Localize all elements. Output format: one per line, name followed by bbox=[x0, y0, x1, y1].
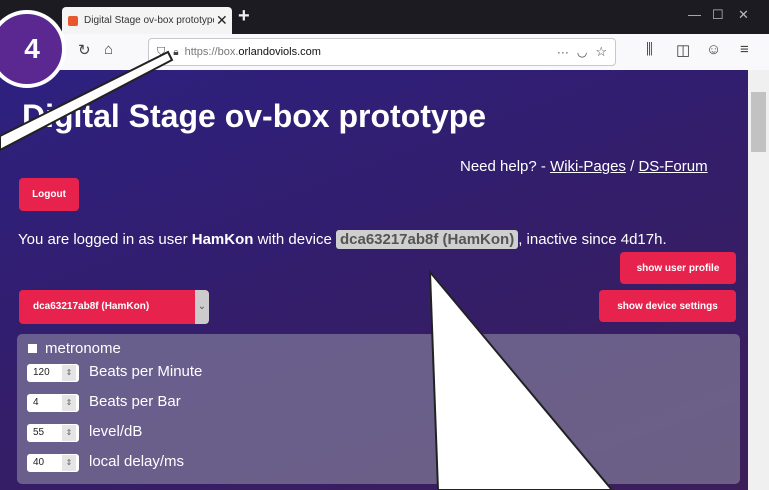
help-separator: / bbox=[625, 158, 639, 175]
site-favicon-icon bbox=[68, 15, 78, 26]
help-prefix: Need help? - bbox=[460, 158, 551, 175]
beats-per-bar-label: Beats per Bar bbox=[89, 393, 181, 410]
page-title: Digital Stage ov-box prototype bbox=[22, 98, 487, 134]
device-select-value: dca63217ab8f (HamKon) bbox=[33, 301, 150, 312]
wiki-pages-link[interactable]: Wiki-Pages bbox=[550, 158, 626, 175]
menu-icon[interactable]: ≡ bbox=[740, 41, 749, 58]
lock-icon[interactable]: 🔒︎ bbox=[173, 47, 178, 58]
show-user-profile-button[interactable]: show user profile bbox=[620, 252, 736, 284]
chevron-down-icon[interactable]: ⌄ bbox=[195, 290, 209, 324]
logout-button[interactable]: Logout bbox=[19, 178, 79, 211]
spinner-icon[interactable]: ⇕ bbox=[62, 395, 76, 411]
metronome-heading: metronome bbox=[28, 340, 121, 357]
scrollbar-thumb[interactable] bbox=[751, 92, 766, 152]
username: HamKon bbox=[191, 231, 254, 248]
level-db-label: level/dB bbox=[89, 423, 143, 440]
page-actions-icon[interactable]: ··· bbox=[557, 45, 569, 59]
local-delay-label: local delay/ms bbox=[89, 453, 185, 470]
sidebar-icon[interactable]: ◫ bbox=[676, 41, 690, 59]
minimize-icon[interactable]: — bbox=[688, 7, 701, 22]
bpm-label: Beats per Minute bbox=[89, 363, 203, 380]
local-delay-input[interactable]: 40 ⇕ bbox=[27, 454, 79, 472]
close-tab-icon[interactable]: ✕ bbox=[216, 12, 228, 29]
shield-icon[interactable]: ⛉ bbox=[157, 46, 165, 59]
ds-forum-link[interactable]: DS-Forum bbox=[638, 158, 707, 175]
inactive-text: , inactive since 4d17h. bbox=[518, 231, 667, 248]
new-tab-icon[interactable]: + bbox=[238, 5, 250, 28]
with-device-text: with device bbox=[253, 231, 336, 248]
device-badge: dca63217ab8f (HamKon) bbox=[335, 230, 519, 249]
beats-per-bar-input[interactable]: 4 ⇕ bbox=[27, 394, 79, 412]
bookmark-star-icon[interactable]: ☆ bbox=[595, 44, 607, 60]
device-select[interactable]: dca63217ab8f (HamKon) ⌄ bbox=[19, 290, 209, 324]
tab-title: Digital Stage ov-box prototype bbox=[84, 15, 214, 26]
address-bar[interactable]: ⛉ 🔒︎ https://box.orlandoviols.com ··· ◡ … bbox=[148, 38, 616, 66]
show-device-settings-button[interactable]: show device settings bbox=[599, 290, 736, 322]
spinner-icon[interactable]: ⇕ bbox=[62, 455, 76, 471]
login-status-text: You are logged in as user HamKon with de… bbox=[18, 230, 738, 249]
maximize-icon[interactable]: ☐ bbox=[712, 7, 724, 23]
account-icon[interactable]: ☺ bbox=[706, 41, 721, 58]
home-icon[interactable]: ⌂ bbox=[104, 41, 113, 58]
spinner-icon[interactable]: ⇕ bbox=[62, 365, 76, 381]
library-icon[interactable]: ⫼ bbox=[646, 41, 653, 58]
login-prefix: You are logged in as user bbox=[18, 231, 192, 248]
url-text[interactable]: https://box.orlandoviols.com bbox=[185, 46, 321, 58]
reload-icon[interactable]: ↻ bbox=[78, 41, 91, 59]
metronome-checkbox[interactable] bbox=[28, 344, 37, 353]
bpm-input[interactable]: 120 ⇕ bbox=[27, 364, 79, 382]
spinner-icon[interactable]: ⇕ bbox=[62, 425, 76, 441]
metronome-label: metronome bbox=[45, 340, 121, 357]
level-db-input[interactable]: 55 ⇕ bbox=[27, 424, 79, 442]
browser-tab[interactable]: Digital Stage ov-box prototype ✕ bbox=[62, 7, 232, 34]
pocket-icon[interactable]: ◡ bbox=[577, 45, 587, 59]
help-links: Need help? - Wiki-Pages / DS-Forum bbox=[460, 158, 708, 175]
close-window-icon[interactable]: ✕ bbox=[738, 7, 749, 23]
